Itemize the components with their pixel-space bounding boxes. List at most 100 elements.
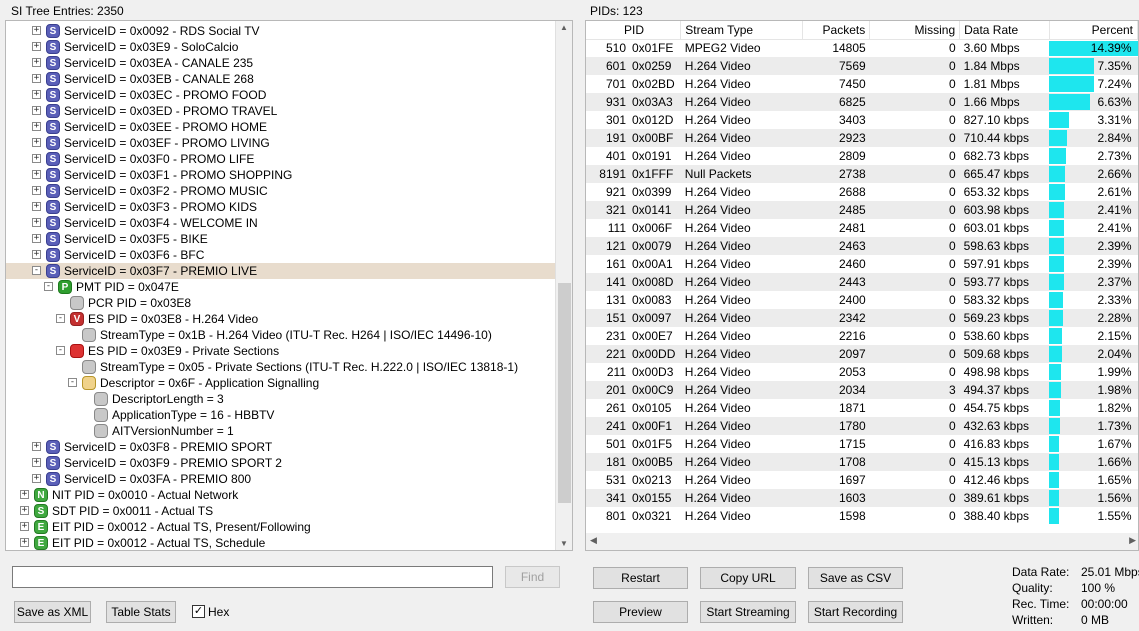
save-as-xml-button[interactable]: Save as XML (14, 601, 91, 623)
restart-button[interactable]: Restart (593, 567, 688, 589)
tree-node[interactable]: + N NIT PID = 0x0010 - Actual Network (6, 487, 556, 503)
hex-checkbox[interactable]: ✓ (192, 605, 205, 618)
expand-icon[interactable]: + (32, 106, 41, 115)
table-row[interactable]: 341 0x0155 H.264 Video 1603 0 389.61 kbps 1.56… (586, 489, 1138, 507)
expand-icon[interactable]: + (32, 90, 41, 99)
column-header[interactable]: PID (586, 21, 682, 40)
table-row[interactable]: 601 0x0259 H.264 Video 7569 0 1.84 Mbps 7.35% (586, 57, 1138, 75)
tree-node[interactable]: + E EIT PID = 0x0012 - Actual TS, Present/… (6, 519, 556, 535)
table-row[interactable]: 131 0x0083 H.264 Video 2400 0 583.32 kbps 2.33… (586, 291, 1138, 309)
table-row[interactable]: 931 0x03A3 H.264 Video 6825 0 1.66 Mbps 6.63% (586, 93, 1138, 111)
table-row[interactable]: 241 0x00F1 H.264 Video 1780 0 432.63 kbps 1.73… (586, 417, 1138, 435)
tree-node[interactable]: + S ServiceID = 0x03F1 - PROMO SHOPPING (6, 167, 556, 183)
table-row[interactable]: 921 0x0399 H.264 Video 2688 0 653.32 kbps 2.61… (586, 183, 1138, 201)
expand-icon[interactable]: + (32, 474, 41, 483)
tree-node[interactable]: + E EIT PID = 0x0012 - Actual TS, Schedule (6, 535, 556, 550)
table-row[interactable]: 151 0x0097 H.264 Video 2342 0 569.23 kbps 2.28… (586, 309, 1138, 327)
expand-icon[interactable]: + (32, 458, 41, 467)
table-row[interactable]: 510 0x01FE MPEG2 Video 14805 0 3.60 Mbps 14.39… (586, 39, 1138, 57)
expand-icon[interactable]: + (20, 506, 29, 515)
expand-icon[interactable]: + (32, 42, 41, 51)
scroll-left-icon[interactable]: ◀ (590, 535, 597, 546)
table-row[interactable]: 161 0x00A1 H.264 Video 2460 0 597.91 kbps 2.39… (586, 255, 1138, 273)
tree-node[interactable]: + S ServiceID = 0x03F4 - WELCOME IN (6, 215, 556, 231)
find-button[interactable]: Find (505, 566, 560, 588)
table-row[interactable]: 201 0x00C9 H.264 Video 2034 3 494.37 kbps 1.98… (586, 381, 1138, 399)
expand-icon[interactable]: + (32, 74, 41, 83)
table-stats-button[interactable]: Table Stats (106, 601, 176, 623)
table-row[interactable]: 211 0x00D3 H.264 Video 2053 0 498.98 kbps 1.99… (586, 363, 1138, 381)
table-row[interactable]: 531 0x0213 H.264 Video 1697 0 412.46 kbps 1.65… (586, 471, 1138, 489)
save-as-csv-button[interactable]: Save as CSV (808, 567, 903, 589)
si-tree[interactable]: + S ServiceID = 0x0092 - RDS Social TV + S Se… (5, 20, 573, 551)
tree-node[interactable]: - P PMT PID = 0x047E (6, 279, 556, 295)
collapse-icon[interactable]: - (68, 378, 77, 387)
expand-icon[interactable]: + (32, 26, 41, 35)
tree-node[interactable]: + S ServiceID = 0x03F3 - PROMO KIDS (6, 199, 556, 215)
tree-node[interactable]: + S SDT PID = 0x0011 - Actual TS (6, 503, 556, 519)
column-header[interactable]: Stream Type (680, 21, 803, 40)
table-row[interactable]: 121 0x0079 H.264 Video 2463 0 598.63 kbps 2.39… (586, 237, 1138, 255)
expand-icon[interactable]: + (32, 202, 41, 211)
tree-node[interactable]: ApplicationType = 16 - HBBTV (6, 407, 556, 423)
expand-icon[interactable]: + (20, 538, 29, 547)
table-row[interactable]: 701 0x02BD H.264 Video 7450 0 1.81 Mbps 7.24% (586, 75, 1138, 93)
tree-node[interactable]: + S ServiceID = 0x03ED - PROMO TRAVEL (6, 103, 556, 119)
expand-icon[interactable]: + (32, 234, 41, 243)
expand-icon[interactable]: + (32, 154, 41, 163)
table-row[interactable]: 231 0x00E7 H.264 Video 2216 0 538.60 kbps 2.15… (586, 327, 1138, 345)
expand-icon[interactable]: + (32, 138, 41, 147)
expand-icon[interactable]: + (32, 58, 41, 67)
expand-icon[interactable]: + (32, 442, 41, 451)
tree-node[interactable]: - ES PID = 0x03E9 - Private Sections (6, 343, 556, 359)
horizontal-scrollbar[interactable]: ◀ ▶ (586, 533, 1138, 550)
tree-node[interactable]: + S ServiceID = 0x03EF - PROMO LIVING (6, 135, 556, 151)
table-row[interactable]: 221 0x00DD H.264 Video 2097 0 509.68 kbps 2.04… (586, 345, 1138, 363)
tree-node[interactable]: - S ServiceID = 0x03F7 - PREMIO LIVE (6, 263, 556, 279)
expand-icon[interactable]: + (32, 250, 41, 259)
tree-node[interactable]: AITVersionNumber = 1 (6, 423, 556, 439)
expand-icon[interactable]: + (20, 490, 29, 499)
collapse-icon[interactable]: - (56, 314, 65, 323)
collapse-icon[interactable]: - (56, 346, 65, 355)
tree-node[interactable]: StreamType = 0x1B - H.264 Video (ITU-T R… (6, 327, 556, 343)
tree-node[interactable]: + S ServiceID = 0x03F2 - PROMO MUSIC (6, 183, 556, 199)
tree-node[interactable]: DescriptorLength = 3 (6, 391, 556, 407)
collapse-icon[interactable]: - (44, 282, 53, 291)
tree-node[interactable]: - Descriptor = 0x6F - Application Signall… (6, 375, 556, 391)
tree-node[interactable]: PCR PID = 0x03E8 (6, 295, 556, 311)
expand-icon[interactable]: + (20, 522, 29, 531)
tree-node[interactable]: + S ServiceID = 0x03F5 - BIKE (6, 231, 556, 247)
search-input[interactable] (12, 566, 493, 588)
table-row[interactable]: 191 0x00BF H.264 Video 2923 0 710.44 kbps 2.84… (586, 129, 1138, 147)
table-row[interactable]: 301 0x012D H.264 Video 3403 0 827.10 kbps 3.31… (586, 111, 1138, 129)
preview-button[interactable]: Preview (593, 601, 688, 623)
table-row[interactable]: 181 0x00B5 H.264 Video 1708 0 415.13 kbps 1.66… (586, 453, 1138, 471)
si-tree-scrollbar[interactable]: ▲ ▼ (555, 21, 572, 550)
column-header[interactable]: Percent (1049, 21, 1138, 40)
scroll-down-icon[interactable]: ▼ (560, 539, 568, 548)
column-header[interactable]: Data Rate (959, 21, 1050, 40)
tree-node[interactable]: + S ServiceID = 0x03F6 - BFC (6, 247, 556, 263)
column-header[interactable]: Missing (869, 21, 961, 40)
start-recording-button[interactable]: Start Recording (808, 601, 903, 623)
scroll-up-icon[interactable]: ▲ (560, 23, 568, 32)
tree-node[interactable]: + S ServiceID = 0x03FA - PREMIO 800 (6, 471, 556, 487)
scroll-thumb[interactable] (558, 283, 571, 503)
pid-table[interactable]: PID Stream Type Packets Missing Data Rate Per… (585, 20, 1139, 551)
tree-node[interactable]: + S ServiceID = 0x03F0 - PROMO LIFE (6, 151, 556, 167)
tree-node[interactable]: StreamType = 0x05 - Private Sections (IT… (6, 359, 556, 375)
column-header[interactable]: Packets (802, 21, 871, 40)
tree-node[interactable]: - V ES PID = 0x03E8 - H.264 Video (6, 311, 556, 327)
start-streaming-button[interactable]: Start Streaming (700, 601, 796, 623)
table-row[interactable]: 501 0x01F5 H.264 Video 1715 0 416.83 kbps 1.67… (586, 435, 1138, 453)
tree-node[interactable]: + S ServiceID = 0x0092 - RDS Social TV (6, 23, 556, 39)
table-row[interactable]: 401 0x0191 H.264 Video 2809 0 682.73 kbps 2.73… (586, 147, 1138, 165)
table-row[interactable]: 801 0x0321 H.264 Video 1598 0 388.40 kbps 1.55… (586, 507, 1138, 525)
table-row[interactable]: 141 0x008D H.264 Video 2443 0 593.77 kbps 2.37… (586, 273, 1138, 291)
scroll-right-icon[interactable]: ▶ (1129, 535, 1136, 546)
table-row[interactable]: 261 0x0105 H.264 Video 1871 0 454.75 kbps 1.82… (586, 399, 1138, 417)
table-row[interactable]: 111 0x006F H.264 Video 2481 0 603.01 kbps 2.41… (586, 219, 1138, 237)
tree-node[interactable]: + S ServiceID = 0x03EC - PROMO FOOD (6, 87, 556, 103)
expand-icon[interactable]: + (32, 122, 41, 131)
